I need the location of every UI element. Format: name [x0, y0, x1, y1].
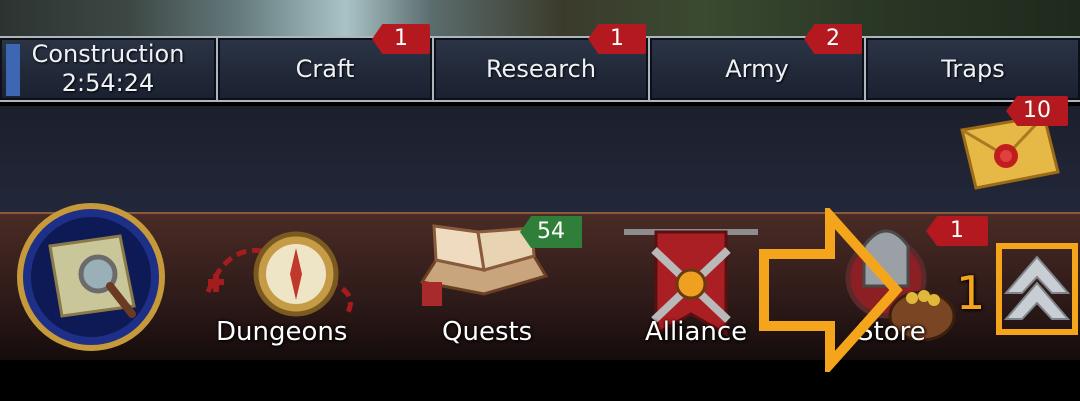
- quests-badge: 54: [520, 216, 582, 248]
- tab-traps-label: Traps: [941, 54, 1005, 83]
- quests-label: Quests: [442, 317, 533, 347]
- chat-band: [0, 106, 1080, 212]
- tab-research-label: Research: [485, 54, 597, 83]
- tab-traps[interactable]: Traps: [866, 38, 1080, 100]
- compass-icon: [205, 231, 353, 317]
- world-map-icon: [17, 203, 165, 351]
- tab-construction-label: Construction: [31, 40, 185, 68]
- mail-badge: 10: [1006, 96, 1068, 126]
- research-badge: 1: [588, 24, 646, 54]
- tab-craft-label: Craft: [295, 54, 355, 83]
- dungeons-button[interactable]: [198, 222, 368, 322]
- step-number: 1: [956, 266, 986, 320]
- tab-construction[interactable]: Construction 2:54:24: [0, 38, 216, 100]
- construction-progress-bar: [6, 44, 20, 96]
- game-scenery: [0, 0, 1080, 36]
- alliance-label: Alliance: [645, 317, 748, 347]
- tab-construction-timer: 2:54:24: [61, 69, 155, 97]
- expand-menu-button[interactable]: [996, 243, 1078, 335]
- chevron-up-icon: [1003, 255, 1071, 320]
- army-badge: 2: [804, 24, 862, 54]
- tab-army-label: Army: [725, 54, 789, 83]
- store-badge: 1: [926, 216, 988, 246]
- craft-badge: 1: [372, 24, 430, 54]
- tutorial-arrow-icon: [759, 208, 903, 372]
- world-map-button[interactable]: [16, 202, 166, 352]
- dungeons-label: Dungeons: [216, 317, 348, 347]
